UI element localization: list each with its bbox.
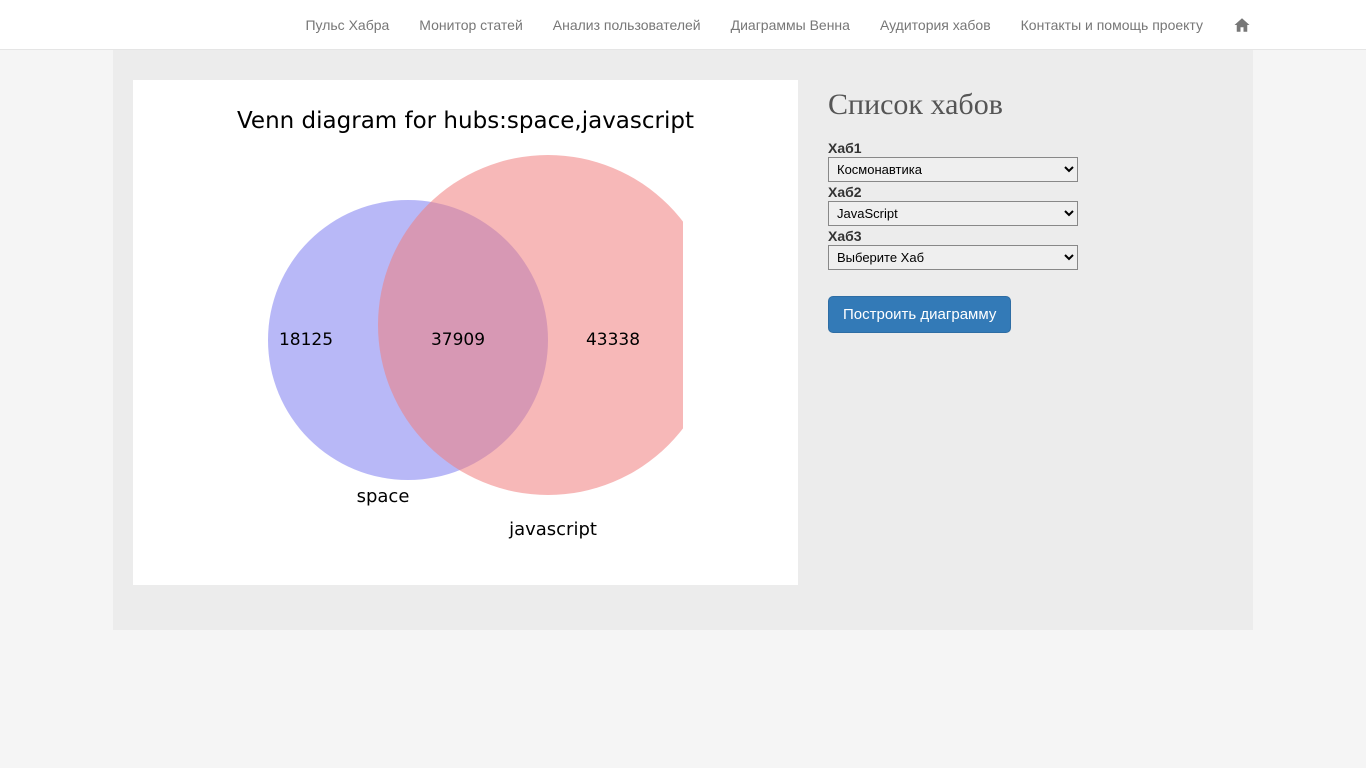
build-diagram-button[interactable]: Построить диаграмму xyxy=(828,296,1011,333)
nav-pulse[interactable]: Пульс Хабра xyxy=(290,2,404,48)
nav-monitor[interactable]: Монитор статей xyxy=(404,2,537,48)
nav-venn[interactable]: Диаграммы Венна xyxy=(716,2,865,48)
hub1-group: Хаб1 Космонавтика xyxy=(828,140,1233,182)
top-nav: Пульс Хабра Монитор статей Анализ пользо… xyxy=(0,0,1366,50)
hub3-group: Хаб3 Выберите Хаб xyxy=(828,228,1233,270)
sidebar: Список хабов Хаб1 Космонавтика Хаб2 Java… xyxy=(828,80,1233,600)
nav-home[interactable] xyxy=(1218,0,1266,48)
hub2-group: Хаб2 JavaScript xyxy=(828,184,1233,226)
nav-users[interactable]: Анализ пользователей xyxy=(538,2,716,48)
sidebar-heading: Список хабов xyxy=(828,88,1233,122)
venn-label-a: space xyxy=(357,486,410,507)
hub2-select[interactable]: JavaScript xyxy=(828,201,1078,226)
nav-audience[interactable]: Аудитория хабов xyxy=(865,2,1006,48)
main-container: Venn diagram for hubs:space,javascript 1… xyxy=(113,50,1253,630)
venn-label-b: javascript xyxy=(508,519,597,540)
venn-only-b-value: 43338 xyxy=(586,330,640,350)
hub2-label: Хаб2 xyxy=(828,184,1233,200)
venn-chart-panel: Venn diagram for hubs:space,javascript 1… xyxy=(133,80,798,585)
hub1-select[interactable]: Космонавтика xyxy=(828,157,1078,182)
hub1-label: Хаб1 xyxy=(828,140,1233,156)
hub3-label: Хаб3 xyxy=(828,228,1233,244)
home-icon xyxy=(1233,16,1251,34)
venn-diagram: 18125 37909 43338 space javascript xyxy=(243,155,683,565)
nav-contacts[interactable]: Контакты и помощь проекту xyxy=(1006,2,1218,48)
chart-title: Venn diagram for hubs:space,javascript xyxy=(133,108,798,134)
hub3-select[interactable]: Выберите Хаб xyxy=(828,245,1078,270)
venn-only-a-value: 18125 xyxy=(279,330,333,350)
venn-intersection-value: 37909 xyxy=(431,330,485,350)
